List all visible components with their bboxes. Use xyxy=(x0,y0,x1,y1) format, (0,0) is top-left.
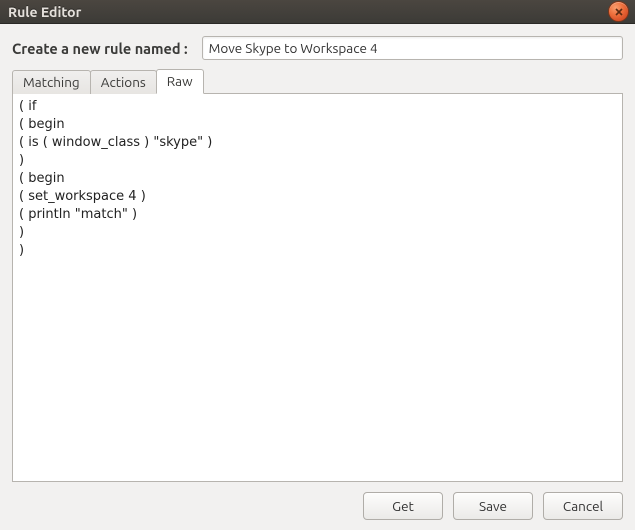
raw-code-textarea[interactable] xyxy=(13,94,622,481)
tab-bar: Matching Actions Raw xyxy=(12,68,623,93)
rule-name-input[interactable] xyxy=(202,36,623,60)
close-icon xyxy=(614,7,624,17)
get-button[interactable]: Get xyxy=(363,492,443,520)
window-title: Rule Editor xyxy=(8,4,608,20)
dialog-button-row: Get Save Cancel xyxy=(12,492,623,522)
tab-raw[interactable]: Raw xyxy=(156,69,204,94)
rule-name-label: Create a new rule named : xyxy=(12,40,188,57)
tab-label: Matching xyxy=(23,74,80,90)
raw-editor-panel xyxy=(12,93,623,482)
tab-label: Raw xyxy=(167,73,193,89)
close-button[interactable] xyxy=(608,1,629,22)
tab-actions[interactable]: Actions xyxy=(90,70,157,94)
titlebar: Rule Editor xyxy=(0,0,635,24)
tab-matching[interactable]: Matching xyxy=(12,70,91,94)
rule-name-row: Create a new rule named : xyxy=(12,36,623,60)
save-button[interactable]: Save xyxy=(453,492,533,520)
cancel-button[interactable]: Cancel xyxy=(543,492,623,520)
tab-label: Actions xyxy=(101,74,146,90)
